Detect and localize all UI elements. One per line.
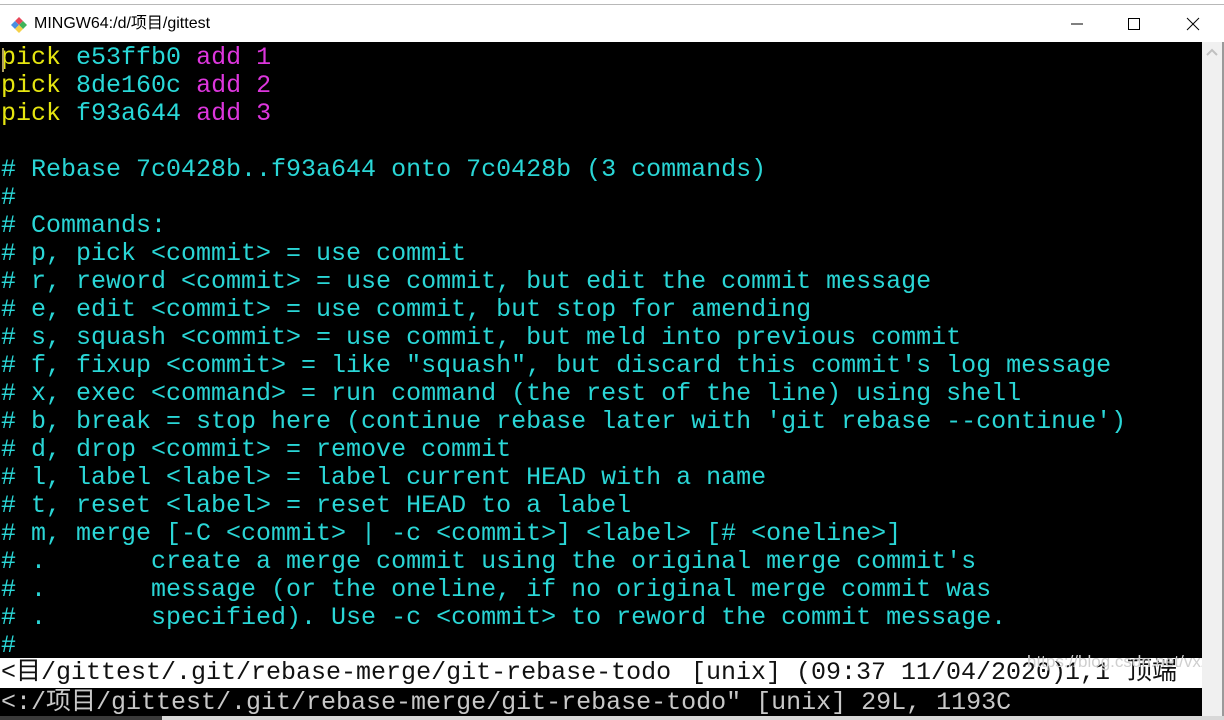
todo-action: pick	[1, 43, 62, 72]
maximize-button[interactable]	[1105, 5, 1163, 43]
comment-line: # f, fixup <commit> = like "squash", but…	[1, 351, 1112, 380]
chevron-up-icon	[1206, 48, 1218, 56]
comment-line: # l, label <label> = label current HEAD …	[1, 463, 767, 492]
comment-line: # s, squash <commit> = use commit, but m…	[1, 323, 962, 352]
comment-line: # b, break = stop here (continue rebase …	[1, 407, 1127, 436]
comment-line: # . create a merge commit using the orig…	[1, 547, 977, 576]
maximize-icon	[1128, 18, 1140, 30]
todo-hash: 8de160c	[76, 71, 182, 100]
comment-line: # Commands:	[1, 211, 167, 240]
comment-line: # d, drop <commit> = remove commit	[1, 435, 512, 464]
horizontal-scrollbar-thumb[interactable]	[0, 716, 162, 720]
comment-line: # m, merge [-C <commit> | -c <commit>] <…	[1, 519, 902, 548]
todo-line[interactable]: pick e53ffb0 add 1	[1, 44, 271, 72]
vim-statusline: <目/gittest/.git/rebase-merge/git-rebase-…	[0, 658, 1202, 688]
todo-line[interactable]: pick f93a644 add 3	[1, 100, 271, 128]
watermark: https://blog.csdn.net/vxzhg	[1027, 652, 1224, 671]
comment-line: #	[1, 183, 17, 212]
comment-line: # r, reword <commit> = use commit, but e…	[1, 267, 932, 296]
comment-line: # . message (or the oneline, if no origi…	[1, 575, 992, 604]
comment-line: # e, edit <commit> = use commit, but sto…	[1, 295, 812, 324]
todo-line[interactable]: pick 8de160c add 2	[1, 72, 271, 100]
todo-message: add 2	[196, 71, 272, 100]
minimize-icon	[1071, 23, 1083, 25]
window-title: MINGW64:/d/项目/gittest	[34, 15, 211, 32]
comment-line: # t, reset <label> = reset HEAD to a lab…	[1, 491, 632, 520]
comment-line: # . specified). Use -c <commit> to rewor…	[1, 603, 1007, 632]
comment-line: # x, exec <command> = run command (the r…	[1, 379, 1022, 408]
close-button[interactable]	[1164, 5, 1222, 43]
todo-action: pick	[1, 71, 62, 100]
comment-line: #	[1, 631, 17, 660]
close-icon	[1186, 17, 1200, 31]
todo-action: pick	[1, 99, 62, 128]
scroll-up-button[interactable]	[1202, 42, 1222, 62]
todo-message: add 3	[196, 99, 272, 128]
git-diamond-icon	[11, 17, 27, 33]
title-bar: MINGW64:/d/项目/gittest	[0, 4, 1224, 43]
todo-hash: e53ffb0	[76, 43, 182, 72]
terminal-editor[interactable]: pick e53ffb0 add 1 pick 8de160c add 2 pick…	[0, 42, 1202, 718]
todo-hash: f93a644	[76, 99, 182, 128]
comment-line: # Rebase 7c0428b..f93a644 onto 7c0428b (…	[1, 155, 767, 184]
todo-message: add 1	[196, 43, 272, 72]
vertical-scrollbar[interactable]	[1202, 42, 1222, 718]
text-cursor	[2, 48, 4, 72]
comment-line: # p, pick <commit> = use commit	[1, 239, 467, 268]
cmdline-text: <:/项目/gittest/.git/rebase-merge/git-reba…	[1, 688, 1012, 717]
statusline-path: <目/gittest/.git/rebase-merge/git-rebase-…	[1, 658, 672, 687]
window-bottom-edge	[0, 716, 1224, 720]
statusline-format: [unix]	[691, 658, 782, 687]
statusline-modified: (09:37 11/04/2020)	[796, 658, 1067, 687]
minimize-button[interactable]	[1048, 5, 1106, 43]
vim-command-line: <:/项目/gittest/.git/rebase-merge/git-reba…	[0, 688, 1202, 718]
